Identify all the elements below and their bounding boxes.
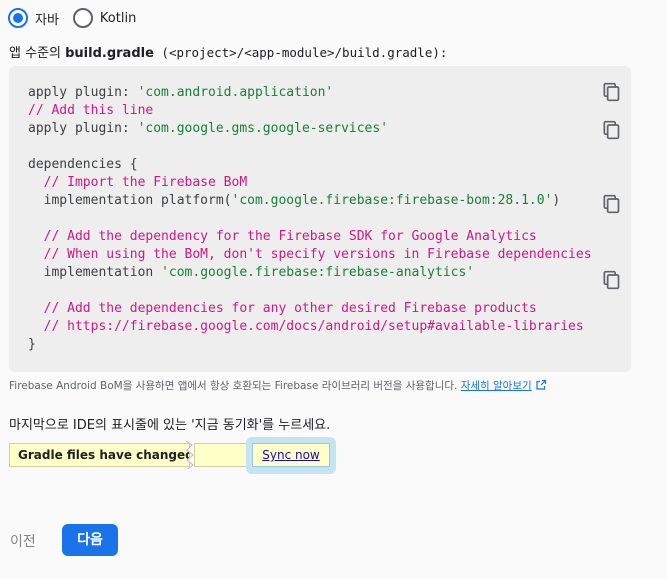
previous-button[interactable]: 이전 <box>10 531 36 551</box>
code-block: apply plugin: 'com.android.application' … <box>9 66 631 372</box>
language-selector: 자바 Kotlin <box>8 8 150 28</box>
bom-note-text: Firebase Android BoM을 사용하면 앱에서 항상 호환되는 F… <box>9 380 461 392</box>
radio-java[interactable] <box>8 8 28 28</box>
learn-more-link[interactable]: 자세히 알아보기 <box>461 380 532 392</box>
copy-icon[interactable] <box>601 194 621 214</box>
code-line: apply plugin: 'com.google.gms.google-ser… <box>28 121 389 136</box>
gradle-message: Gradle files have changed since last pro… <box>18 448 190 462</box>
code-line: implementation 'com.google.firebase:fire… <box>28 265 475 280</box>
copy-icon[interactable] <box>601 270 621 290</box>
code-line: dependencies { <box>28 157 138 172</box>
code-line: // Add this line <box>28 103 154 118</box>
radio-java-label: 자바 <box>35 12 59 28</box>
code-line: // Add the dependency for the Firebase S… <box>28 229 537 244</box>
sync-instruction: 마지막으로 IDE의 표시줄에 있는 '지금 동기화'를 누르세요. <box>9 418 331 433</box>
file-desc-path: (<project>/<app-module>/build.gradle): <box>153 45 448 60</box>
file-description: 앱 수준의 build.gradle (<project>/<app-modul… <box>9 42 447 61</box>
radio-kotlin[interactable] <box>72 8 93 28</box>
copy-icon[interactable] <box>601 82 621 102</box>
radio-kotlin-label: Kotlin <box>99 10 137 26</box>
code-line: // Add the dependencies for any other de… <box>28 301 537 316</box>
code-line: } <box>28 337 36 352</box>
code-line: // When using the BoM, don't specify ver… <box>28 247 592 262</box>
gradle-notification-bar: Gradle files have changed since last pro… <box>9 443 190 467</box>
next-button[interactable]: 다음 <box>62 524 118 556</box>
copy-icon[interactable] <box>601 120 621 140</box>
sync-now-link[interactable]: Sync now <box>252 443 330 467</box>
code-line: apply plugin: 'com.android.application' <box>28 85 334 100</box>
code-line: // Import the Firebase BoM <box>28 175 248 190</box>
code-line: // https://firebase.google.com/docs/andr… <box>28 319 584 334</box>
file-desc-filename: build.gradle <box>65 46 154 61</box>
file-desc-prefix: 앱 수준의 <box>9 46 66 61</box>
external-link-icon[interactable] <box>535 379 547 391</box>
bom-note: Firebase Android BoM을 사용하면 앱에서 항상 호환되는 F… <box>9 378 547 393</box>
radio-option-java[interactable]: 자바 <box>8 8 59 28</box>
radio-option-kotlin[interactable]: Kotlin <box>72 8 137 28</box>
code-line: implementation platform('com.google.fire… <box>28 193 561 208</box>
